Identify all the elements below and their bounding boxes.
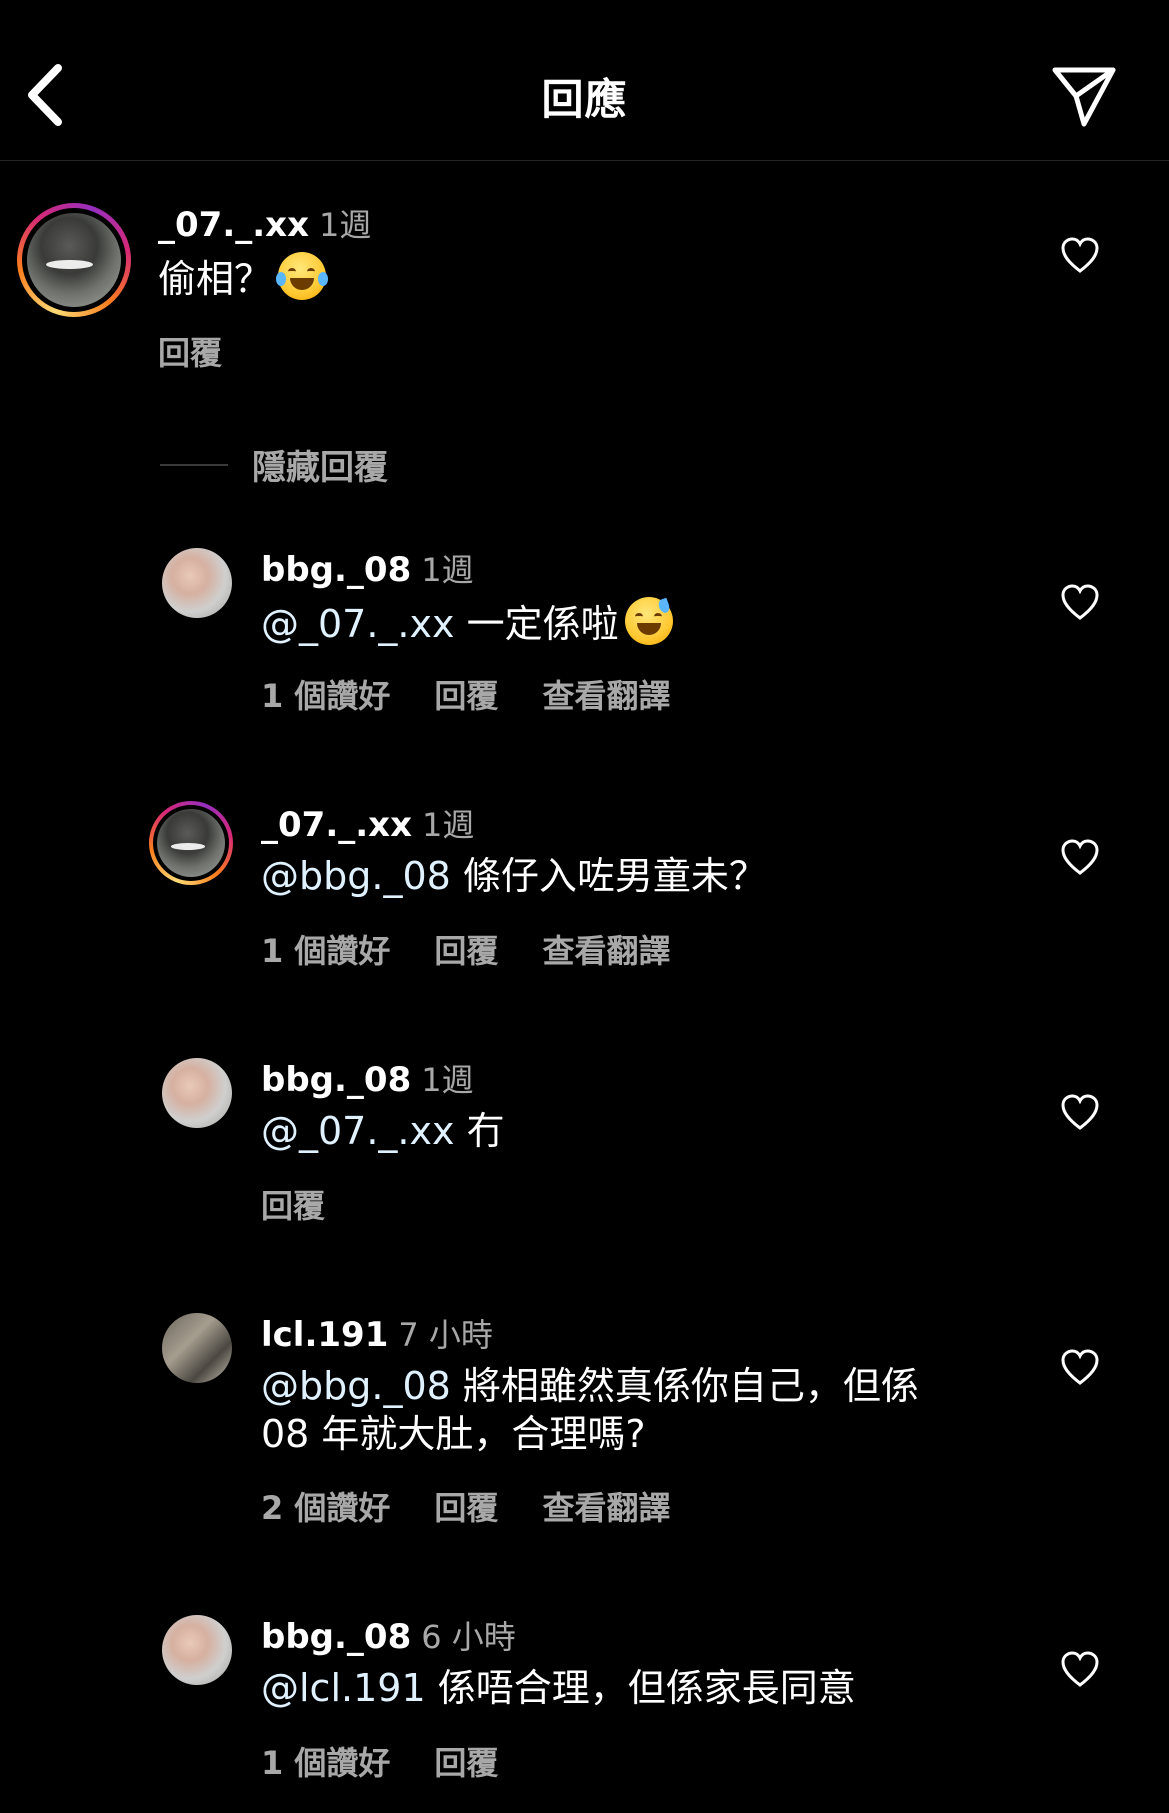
reply-button[interactable]: 回覆 bbox=[434, 932, 498, 970]
grinning-face-with-sweat-icon bbox=[624, 597, 673, 645]
comment-text: 係唔合理，但係家長同意 bbox=[425, 1666, 856, 1710]
reply-comment: lcl.191 7 小時 @bbg._08 將相雖然真係你自己，但係 08 年就大… bbox=[0, 1310, 1169, 1540]
parent-comment: _07._.xx 1週 偷相？ 回覆 bbox=[0, 200, 1169, 380]
reply-button[interactable]: 回覆 bbox=[434, 677, 498, 715]
comments-screen: 回應 _07._.xx 1週 偷相？ 回覆 隱藏回覆 bbg._08 1週 @_… bbox=[0, 0, 1169, 1813]
comment-username[interactable]: bbg._08 bbox=[261, 1060, 411, 1100]
reply-comment: bbg._08 1週 @_07._.xx 一定係啦 1 個讚好 回覆 查看翻譯 bbox=[0, 545, 1169, 725]
comment-username[interactable]: bbg._08 bbox=[261, 550, 411, 590]
heart-icon[interactable] bbox=[1060, 1093, 1100, 1133]
comment-time: 1週 bbox=[421, 1061, 474, 1099]
mention-link[interactable]: @bbg._08 bbox=[261, 1364, 451, 1408]
comment-text: 一定係啦 bbox=[454, 602, 619, 646]
heart-icon[interactable] bbox=[1060, 1348, 1100, 1388]
see-translation-button[interactable]: 查看翻譯 bbox=[542, 932, 670, 970]
heart-icon[interactable] bbox=[1060, 838, 1100, 878]
hide-replies-label: 隱藏回覆 bbox=[252, 448, 388, 488]
comment-username[interactable]: _07._.xx bbox=[261, 805, 412, 845]
comment-text: 冇 bbox=[454, 1109, 505, 1153]
like-count[interactable]: 2 個讚好 bbox=[261, 1489, 390, 1527]
comment-text: 條仔入咗男童未？ bbox=[450, 854, 767, 898]
face-with-tears-of-joy-icon bbox=[276, 252, 329, 300]
avatar[interactable] bbox=[17, 203, 131, 317]
reply-button[interactable]: 回覆 bbox=[158, 334, 222, 372]
reply-comment: _07._.xx 1週 @bbg._08 條仔入咗男童未？ 1 個讚好 回覆 查看翻譯 bbox=[0, 800, 1169, 980]
mention-link[interactable]: @lcl.191 bbox=[261, 1666, 426, 1710]
comment-time: 6 小時 bbox=[421, 1618, 516, 1656]
comment-time: 1週 bbox=[319, 206, 372, 244]
header-bar: 回應 bbox=[0, 0, 1169, 161]
heart-icon[interactable] bbox=[1060, 583, 1100, 623]
like-count[interactable]: 1 個讚好 bbox=[261, 1744, 390, 1782]
divider-line bbox=[160, 463, 228, 466]
comment-username[interactable]: _07._.xx bbox=[158, 205, 309, 245]
like-count[interactable]: 1 個讚好 bbox=[261, 932, 390, 970]
comment-time: 7 小時 bbox=[398, 1316, 493, 1354]
comment-time: 1週 bbox=[422, 806, 475, 844]
avatar[interactable] bbox=[149, 801, 233, 885]
mention-link[interactable]: @bbg._08 bbox=[261, 854, 451, 898]
see-translation-button[interactable]: 查看翻譯 bbox=[542, 1489, 670, 1527]
comment-text: 將相雖然真係你自己，但係 bbox=[450, 1364, 919, 1408]
hide-replies-toggle[interactable]: 隱藏回覆 bbox=[160, 440, 388, 489]
comment-username[interactable]: lcl.191 bbox=[261, 1315, 388, 1355]
comment-time: 1週 bbox=[421, 551, 474, 589]
avatar[interactable] bbox=[162, 1313, 232, 1383]
avatar[interactable] bbox=[162, 1058, 232, 1128]
reply-comment: bbg._08 6 小時 @lcl.191 係唔合理，但係家長同意 1 個讚好 回覆 bbox=[0, 1612, 1169, 1792]
page-title: 回應 bbox=[541, 75, 628, 124]
reply-button[interactable]: 回覆 bbox=[434, 1489, 498, 1527]
heart-icon[interactable] bbox=[1060, 1650, 1100, 1690]
comment-text: 偷相？ bbox=[158, 257, 273, 301]
comment-text-continued: 08 年就大肚，合理嗎? bbox=[261, 1412, 646, 1456]
mention-link[interactable]: @_07._.xx bbox=[261, 602, 455, 646]
reply-comment: bbg._08 1週 @_07._.xx 冇 回覆 bbox=[0, 1055, 1169, 1235]
send-icon bbox=[1052, 67, 1116, 127]
see-translation-button[interactable]: 查看翻譯 bbox=[542, 677, 670, 715]
avatar[interactable] bbox=[162, 548, 232, 618]
avatar[interactable] bbox=[162, 1615, 232, 1685]
reply-button[interactable]: 回覆 bbox=[261, 1187, 325, 1225]
heart-icon[interactable] bbox=[1060, 236, 1100, 276]
comment-username[interactable]: bbg._08 bbox=[261, 1617, 411, 1657]
share-button[interactable] bbox=[1050, 62, 1120, 132]
like-count[interactable]: 1 個讚好 bbox=[261, 677, 390, 715]
mention-link[interactable]: @_07._.xx bbox=[261, 1109, 455, 1153]
reply-button[interactable]: 回覆 bbox=[434, 1744, 498, 1782]
